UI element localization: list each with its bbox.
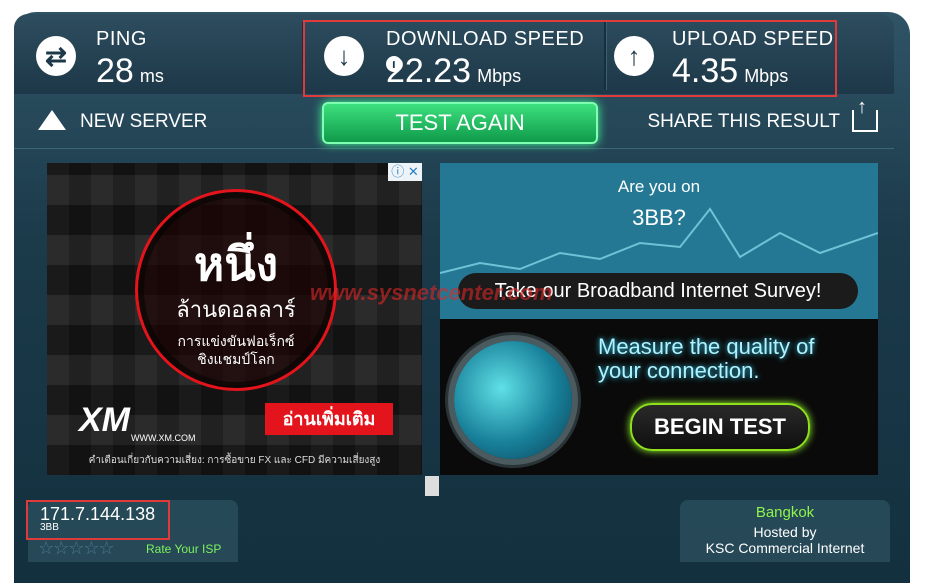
watermark: www.sysnetcenter.com (310, 280, 553, 305)
gauge-needle-base (425, 476, 439, 496)
ad-description: การแข่งขันฟอเร็กซ์ ชิงแชมป์โลก (177, 333, 295, 367)
server-city: Bangkok (755, 504, 815, 521)
ping-stat: ⇄ PING 28 ms (24, 14, 284, 94)
ping-icon: ⇄ (36, 36, 76, 76)
ad-subhead: ล้านดอลลาร์ (176, 297, 296, 322)
share-result-button[interactable]: SHARE THIS RESULT (647, 96, 878, 133)
xm-logo: XM (79, 401, 130, 439)
test-again-button[interactable]: TEST AGAIN (322, 102, 598, 144)
share-icon (852, 96, 878, 132)
server-host: KSC Commercial Internet (705, 540, 865, 556)
survey-question-line1: Are you on (617, 177, 701, 196)
server-icon (38, 110, 66, 130)
xm-advertisement[interactable]: ⓘ ✕ หนึ่ง ล้านดอลลาร์ การแข่งขันฟอเร็กซ์… (47, 163, 422, 475)
new-server-button[interactable]: NEW SERVER (38, 110, 207, 133)
xm-site: WWW.XM.COM (131, 433, 196, 443)
ip-highlight-box (26, 500, 170, 540)
hosted-by-label: Hosted by (753, 524, 817, 540)
survey-panel: Are you on 3BB? Take our Broadband Inter… (440, 163, 878, 475)
ping-label: PING (96, 28, 147, 50)
rate-isp-link[interactable]: Rate Your ISP (146, 542, 221, 556)
measure-text: Measure the quality of your connection. (598, 334, 815, 383)
server-info: Bangkok Hosted by KSC Commercial Interne… (680, 500, 890, 562)
globe-icon (454, 341, 572, 459)
ad-read-more-button[interactable]: อ่านเพิ่มเติม (265, 403, 393, 435)
action-bar: NEW SERVER TEST AGAIN SHARE THIS RESULT (14, 96, 894, 149)
ad-close-button[interactable]: ⓘ ✕ (388, 163, 422, 181)
rating-stars[interactable]: ☆☆☆☆☆ (38, 538, 115, 559)
ad-disclaimer: คำเตือนเกี่ยวกับความเสี่ยง: การซื้อขาย F… (88, 455, 381, 466)
survey-question-line2: 3BB? (632, 205, 686, 230)
ping-value: 28 ms (96, 52, 164, 90)
ad-prize-circle: หนึ่ง ล้านดอลลาร์ การแข่งขันฟอเร็กซ์ ชิงแ… (135, 189, 337, 391)
begin-test-button[interactable]: BEGIN TEST (630, 403, 810, 451)
ad-headline: หนึ่ง (193, 238, 279, 290)
speed-highlight-box (303, 20, 837, 97)
